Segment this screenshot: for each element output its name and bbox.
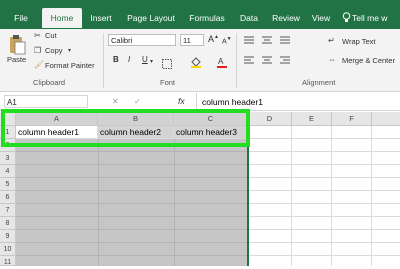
italic-button[interactable]: I xyxy=(128,55,130,64)
function-icon[interactable]: fx xyxy=(178,96,185,106)
formula-input[interactable]: column header1 xyxy=(202,97,263,107)
alignment-group-label: Alignment xyxy=(302,78,336,87)
wrap-text-button[interactable]: Wrap Text xyxy=(342,37,376,46)
paste-icon[interactable] xyxy=(8,34,26,56)
row-header[interactable]: 4 xyxy=(0,165,16,178)
wrap-text-icon: ↵ xyxy=(328,36,335,45)
scissors-icon: ✂ xyxy=(34,31,41,40)
merge-center-button[interactable]: Merge & Center xyxy=(342,56,395,65)
column-header-f[interactable]: F xyxy=(332,112,372,126)
divider xyxy=(236,33,237,88)
borders-icon[interactable] xyxy=(162,56,172,69)
row-header[interactable]: 5 xyxy=(0,178,16,191)
highlight-box xyxy=(1,109,250,147)
format-painter-icon: 🖌 xyxy=(34,60,45,69)
tab-file[interactable]: File xyxy=(10,8,32,28)
fill-color-icon[interactable] xyxy=(190,55,202,68)
divider xyxy=(103,33,104,88)
row-header[interactable]: 9 xyxy=(0,230,16,243)
decrease-font-icon[interactable]: A▼ xyxy=(222,36,232,45)
selection-border xyxy=(247,126,249,266)
format-painter-button[interactable]: Format Painter xyxy=(45,61,95,70)
underline-button[interactable]: U xyxy=(142,55,148,64)
tab-data[interactable]: Data xyxy=(236,8,262,28)
tab-review[interactable]: Review xyxy=(270,8,302,28)
cancel-icon[interactable]: ✕ xyxy=(112,97,119,107)
selected-range-gridlines xyxy=(16,139,248,266)
ribbon-tab-bar: File Home Insert Page Layout Formulas Da… xyxy=(0,0,400,29)
row-header[interactable]: 6 xyxy=(0,191,16,204)
tab-view[interactable]: View xyxy=(308,8,334,28)
font-size-select[interactable]: 11 xyxy=(180,34,204,46)
column-header-d[interactable]: D xyxy=(248,112,292,126)
row-header[interactable]: 10 xyxy=(0,243,16,256)
name-box[interactable]: A1 xyxy=(4,95,88,108)
column-header-g[interactable] xyxy=(372,112,400,126)
font-color-icon[interactable]: A xyxy=(216,55,228,68)
lightbulb-icon[interactable] xyxy=(340,8,352,28)
chevron-down-icon[interactable]: ▾ xyxy=(68,46,71,56)
copy-button[interactable]: Copy xyxy=(45,46,63,55)
tab-formulas[interactable]: Formulas xyxy=(186,8,228,28)
svg-text:A: A xyxy=(218,57,224,66)
chevron-down-icon[interactable]: ▾ xyxy=(150,57,153,67)
row-header[interactable]: 8 xyxy=(0,217,16,230)
bold-button[interactable]: B xyxy=(113,55,119,64)
column-header-e[interactable]: E xyxy=(292,112,332,126)
font-group-label: Font xyxy=(160,78,176,87)
enter-icon[interactable]: ✓ xyxy=(134,97,141,107)
paste-button[interactable]: Paste xyxy=(7,55,26,64)
alignment-icons xyxy=(242,34,318,68)
tell-me-search[interactable]: Tell me w xyxy=(352,8,400,28)
divider xyxy=(196,93,197,109)
row-header[interactable]: 7 xyxy=(0,204,16,217)
gridlines xyxy=(248,126,400,266)
clipboard-group-label: Clipboard xyxy=(33,78,66,87)
row-header[interactable]: 3 xyxy=(0,152,16,165)
font-name-select[interactable]: Calibri xyxy=(108,34,176,46)
merge-center-icon: ⇔ xyxy=(328,55,336,64)
cut-button[interactable]: Cut xyxy=(45,31,57,40)
tab-page-layout[interactable]: Page Layout xyxy=(124,8,178,28)
increase-font-icon[interactable]: A▲ xyxy=(208,34,219,44)
copy-icon: ❐ xyxy=(34,46,42,55)
row-header[interactable]: 11 xyxy=(0,256,16,266)
tab-home[interactable]: Home xyxy=(42,8,82,28)
tab-insert[interactable]: Insert xyxy=(86,8,116,28)
